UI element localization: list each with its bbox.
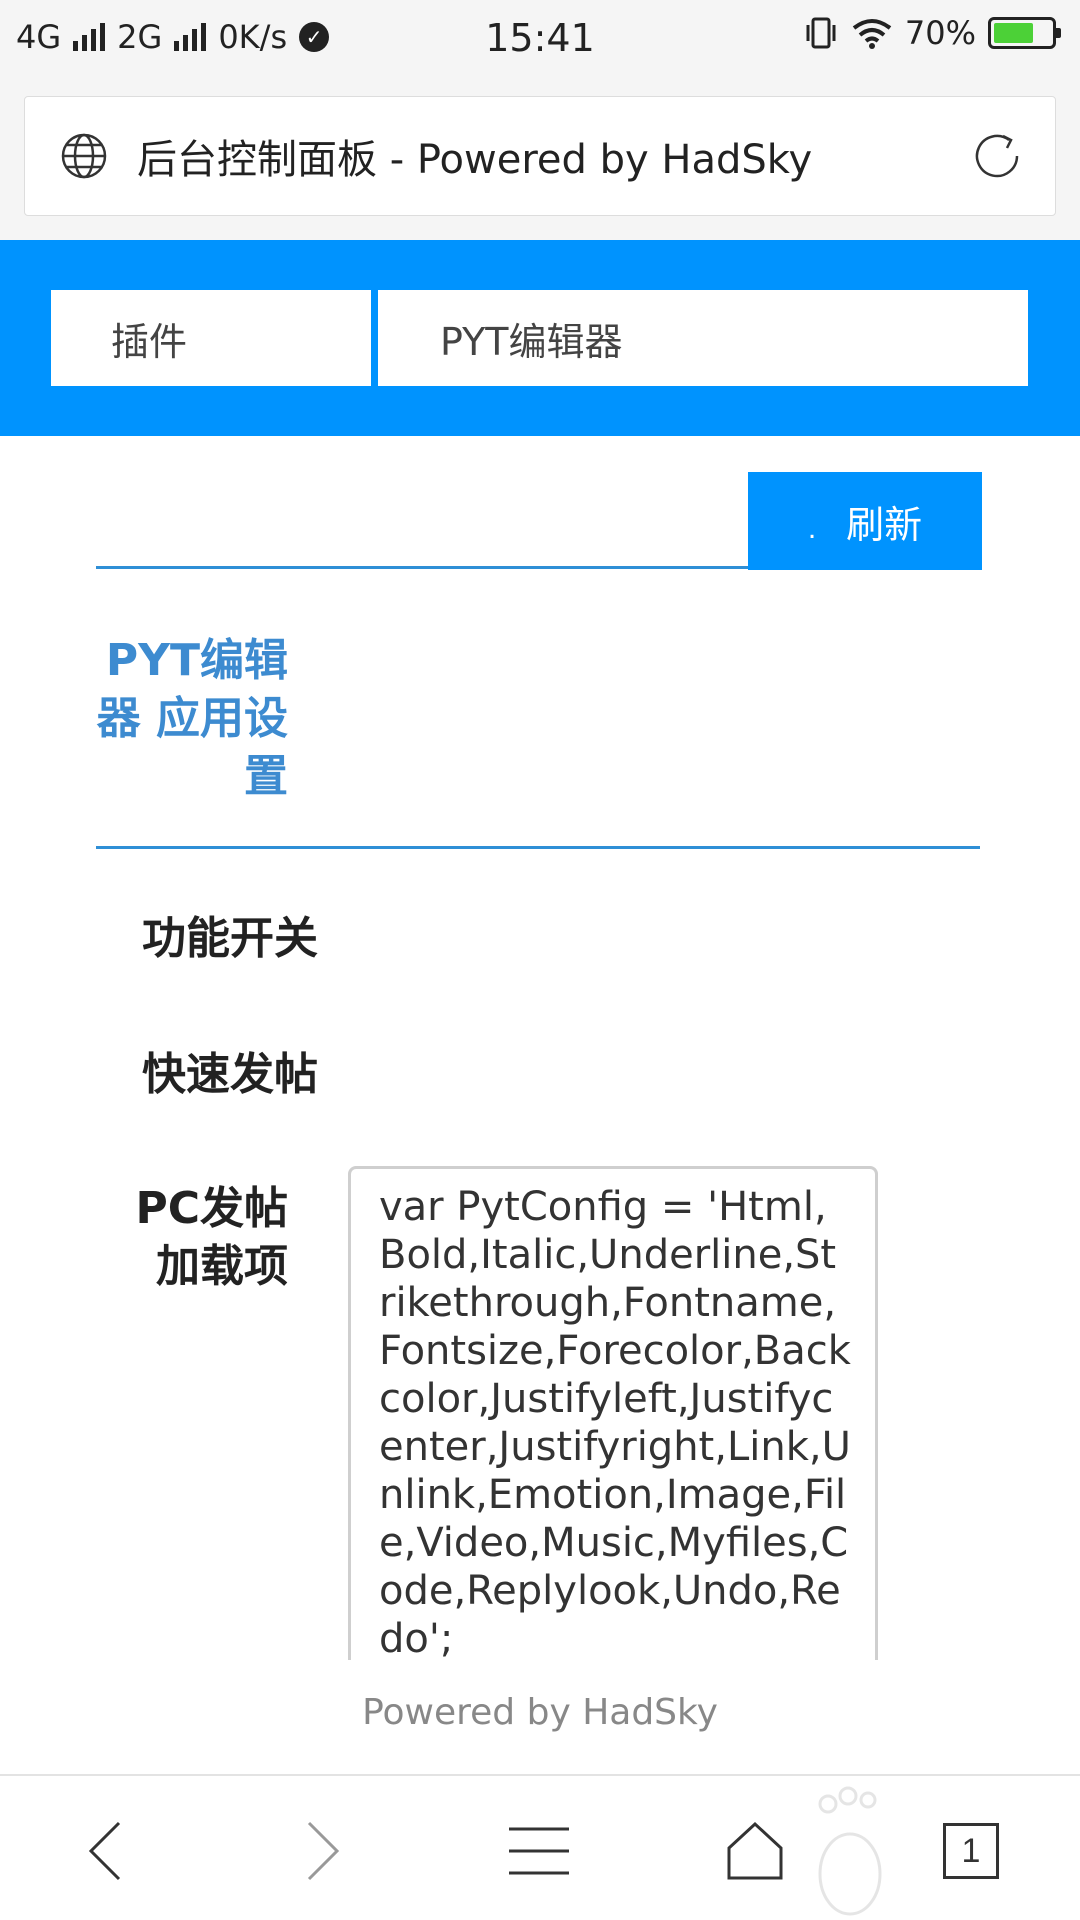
chevron-right-icon [307,1821,340,1881]
refresh-button[interactable]: . 刷新 [748,472,982,570]
vibrate-icon [806,17,836,49]
battery-icon [988,17,1061,49]
browser-bottom-nav: 1 [0,1776,1080,1920]
forward-button[interactable] [278,1806,368,1896]
pc-load-items-label: PC发帖加载项 [135,1183,288,1292]
home-icon [727,1821,783,1880]
breadcrumb-label: PYT编辑器 [440,319,623,364]
powered-by-footer: Powered by HadSky [362,1692,718,1733]
status-bar: 4G 2G 0K/s ✓ 15:41 70% [0,0,1080,76]
feature-switch-label: 功能开关 [142,913,318,964]
tab-count-icon: 1 [943,1823,999,1879]
chevron-left-icon [88,1821,121,1881]
browser-address-area: 后台控制面板 - Powered by HadSky [0,76,1080,240]
battery-percent: 70% [904,14,976,52]
breadcrumb-item-pyt-editor[interactable]: PYT编辑器 [378,290,1028,386]
breadcrumb: 插件 PYT编辑器 [0,240,1080,436]
address-bar[interactable]: 后台控制面板 - Powered by HadSky [24,96,1056,216]
reload-icon[interactable] [969,128,1025,184]
back-button[interactable] [60,1806,150,1896]
wifi-icon [852,19,892,49]
menu-button[interactable] [494,1806,584,1896]
breadcrumb-label: 插件 [111,319,188,364]
refresh-label: 刷新 [846,504,923,547]
status-right: 70% [803,14,1061,52]
tabs-button[interactable]: 1 [926,1806,1016,1896]
refresh-icon: . [807,512,817,545]
globe-icon [61,133,107,179]
home-button[interactable] [710,1806,800,1896]
footprint-watermark-icon [818,1786,882,1916]
quick-post-label: 快速发帖 [142,1049,318,1100]
section-title: PYT编辑器 应用设置 [96,635,288,802]
breadcrumb-item-plugins[interactable]: 插件 [51,290,371,386]
page-title: 后台控制面板 - Powered by HadSky [137,137,813,183]
pc-load-items-textarea[interactable]: var PytConfig = 'Html,Bold,Italic,Underl… [348,1166,878,1660]
section-divider [96,846,980,849]
menu-icon [509,1827,569,1875]
